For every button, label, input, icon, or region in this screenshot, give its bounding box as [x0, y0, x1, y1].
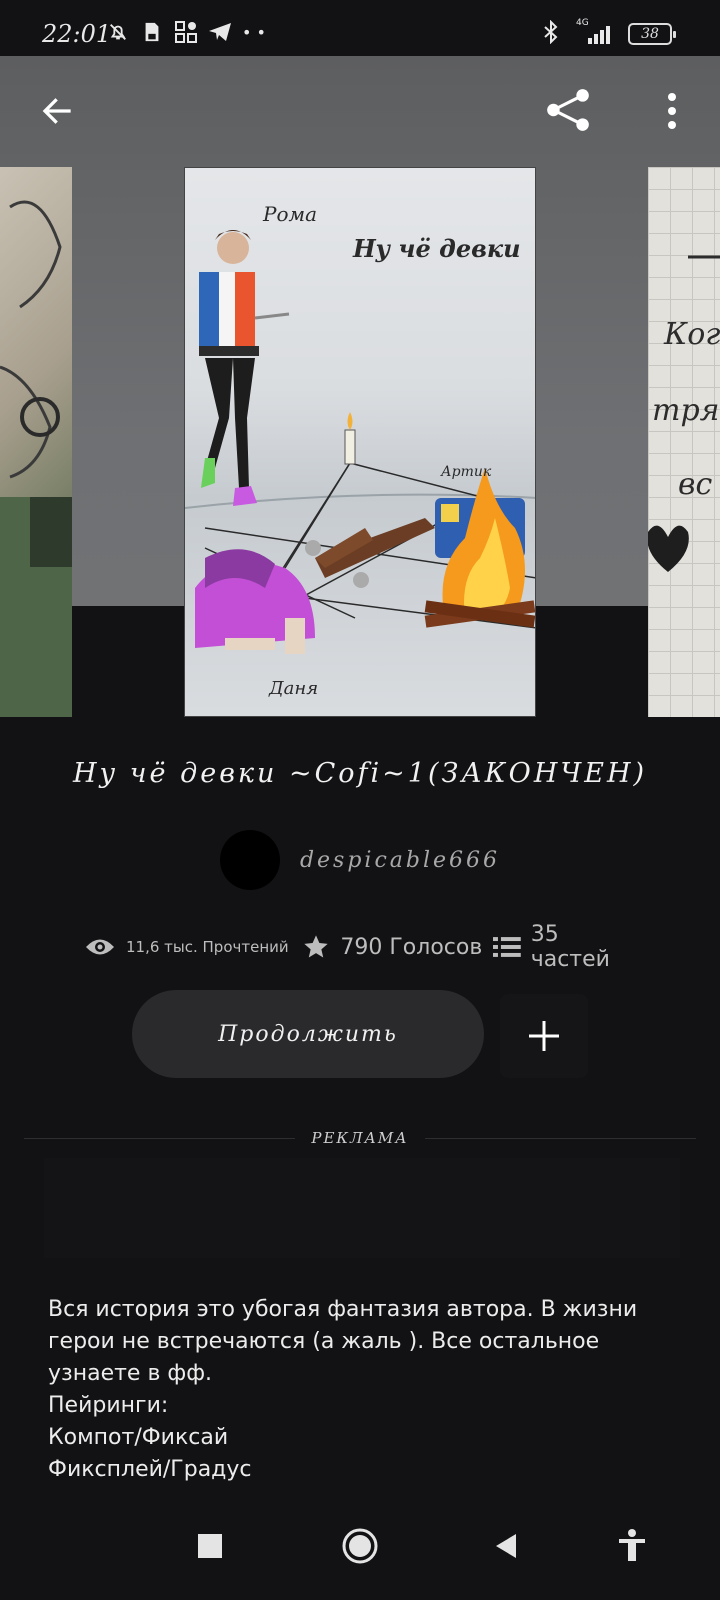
square-icon [198, 1534, 222, 1558]
share-button[interactable] [540, 82, 596, 138]
top-app-bar [0, 56, 720, 166]
continue-reading-button[interactable]: Продолжить [132, 990, 484, 1078]
more-options-button[interactable] [644, 86, 700, 136]
back-nav-button[interactable] [478, 1518, 534, 1574]
ad-container[interactable] [44, 1158, 680, 1258]
home-button[interactable] [332, 1518, 388, 1574]
home-circle-icon [342, 1528, 378, 1564]
cover-caption: Ну чё девки [353, 234, 521, 263]
arrow-left-icon [42, 98, 71, 124]
more-vertical-icon [668, 93, 676, 129]
status-bar: 22:01 • • 4G 38 [0, 0, 720, 56]
parts-stat: 35 частей [487, 922, 644, 972]
status-icons-left: • • [106, 20, 266, 44]
story-stats: 11,6 тыс. Прочтений 790 Голосов 35 часте… [84, 922, 644, 972]
back-button[interactable] [32, 86, 82, 136]
cover-next[interactable]: Ког тряно вс [648, 167, 720, 717]
sd-card-icon [140, 20, 164, 44]
cover-previous[interactable] [0, 167, 72, 717]
triangle-back-icon [496, 1534, 516, 1558]
status-time: 22:01 [42, 20, 112, 48]
bluetooth-icon [542, 19, 560, 48]
author-avatar[interactable] [219, 830, 280, 890]
system-nav-bar [0, 1490, 720, 1600]
story-title: Ну чё девки ~Cofi~1(ЗАКОНЧЕН) [72, 758, 648, 789]
ad-label: РЕКЛАМА [0, 1128, 720, 1147]
telegram-icon [208, 20, 232, 44]
cover-label-roma: Рома [263, 202, 318, 226]
app-grid-icon [174, 20, 198, 44]
votes-count: 790 Голосов [340, 934, 483, 960]
more-dots-icon: • • [242, 22, 266, 42]
accessibility-button[interactable] [604, 1518, 660, 1574]
add-to-library-button[interactable] [500, 994, 588, 1078]
mute-icon [106, 20, 130, 44]
recents-button[interactable] [182, 1518, 238, 1574]
votes-stat: 790 Голосов [292, 933, 487, 961]
cover-label-artik: Артик [441, 464, 492, 480]
parts-count: 35 частей [530, 922, 610, 972]
reads-count: 11,6 тыс. Прочтений [126, 938, 289, 956]
share-icon [547, 89, 589, 131]
status-icons-right: 4G 38 [542, 18, 676, 48]
author-name[interactable]: despicable666 [300, 848, 500, 873]
star-icon [304, 935, 329, 958]
accessibility-icon [619, 1529, 645, 1561]
author-row[interactable]: despicable666 [0, 830, 720, 890]
signal-icon: 4G [574, 18, 614, 46]
plus-icon [529, 1021, 559, 1051]
ad-label-text: РЕКЛАМА [295, 1129, 425, 1147]
cover-label-danya: Даня [269, 678, 319, 699]
battery-icon: 38 [628, 23, 676, 45]
story-description: Вся история это убогая фантазия автора. … [48, 1297, 638, 1514]
list-icon [492, 937, 521, 957]
reads-stat: 11,6 тыс. Прочтений [84, 936, 292, 958]
eye-icon [86, 939, 114, 955]
story-cover[interactable]: Ну чё девки Рома Артик Даня [184, 167, 536, 717]
